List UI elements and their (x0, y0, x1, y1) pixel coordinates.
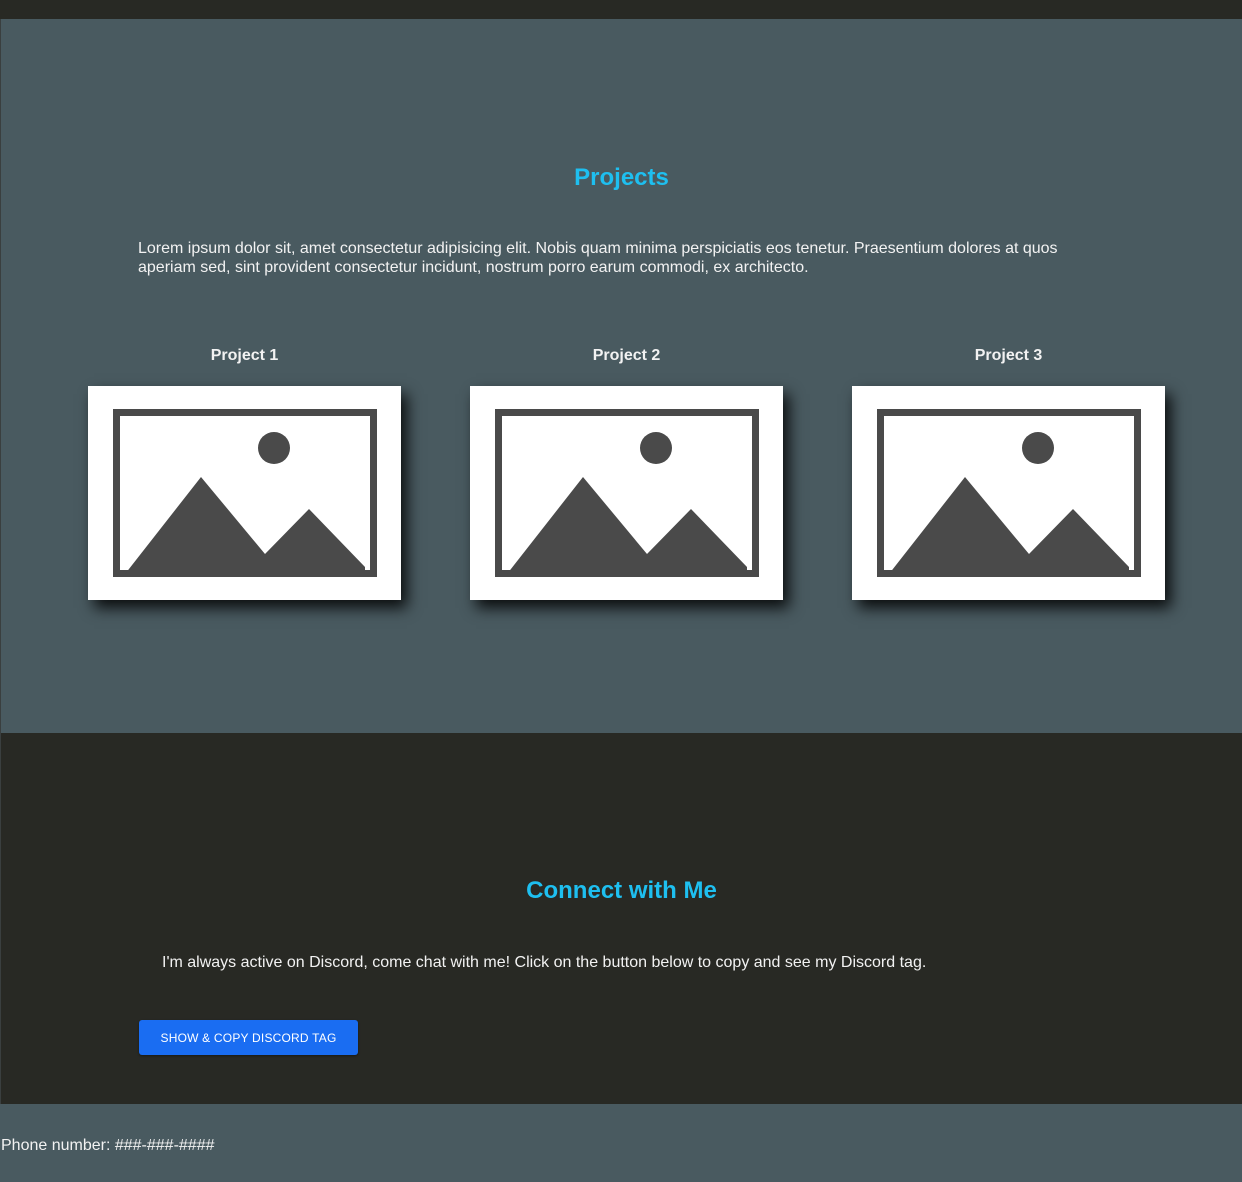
image-placeholder-icon[interactable] (470, 386, 783, 600)
show-copy-discord-tag-button[interactable]: SHOW & COPY DISCORD TAG (139, 1020, 358, 1055)
projects-description: Lorem ipsum dolor sit, amet consectetur … (138, 240, 1058, 276)
connect-section: Connect with Me I'm always active on Dis… (0, 733, 1242, 1104)
project-card-1[interactable]: Project 1 (88, 346, 401, 600)
projects-section: Projects Lorem ipsum dolor sit, amet con… (0, 19, 1242, 733)
image-placeholder-icon[interactable] (88, 386, 401, 600)
image-placeholder-icon[interactable] (852, 386, 1165, 600)
top-bar (0, 0, 1242, 19)
connect-title: Connect with Me (526, 877, 717, 904)
phone-number-text: Phone number: ###-###-#### (1, 1137, 215, 1154)
project-card-3[interactable]: Project 3 (852, 346, 1165, 600)
project-card-2[interactable]: Project 2 (470, 346, 783, 600)
project-card-title: Project 2 (592, 347, 661, 364)
connect-description: I'm always active on Discord, come chat … (162, 954, 927, 971)
project-card-title: Project 3 (974, 347, 1043, 364)
footer: Phone number: ###-###-#### (0, 1104, 1242, 1182)
projects-title: Projects (574, 164, 669, 191)
project-card-title: Project 1 (210, 347, 279, 364)
